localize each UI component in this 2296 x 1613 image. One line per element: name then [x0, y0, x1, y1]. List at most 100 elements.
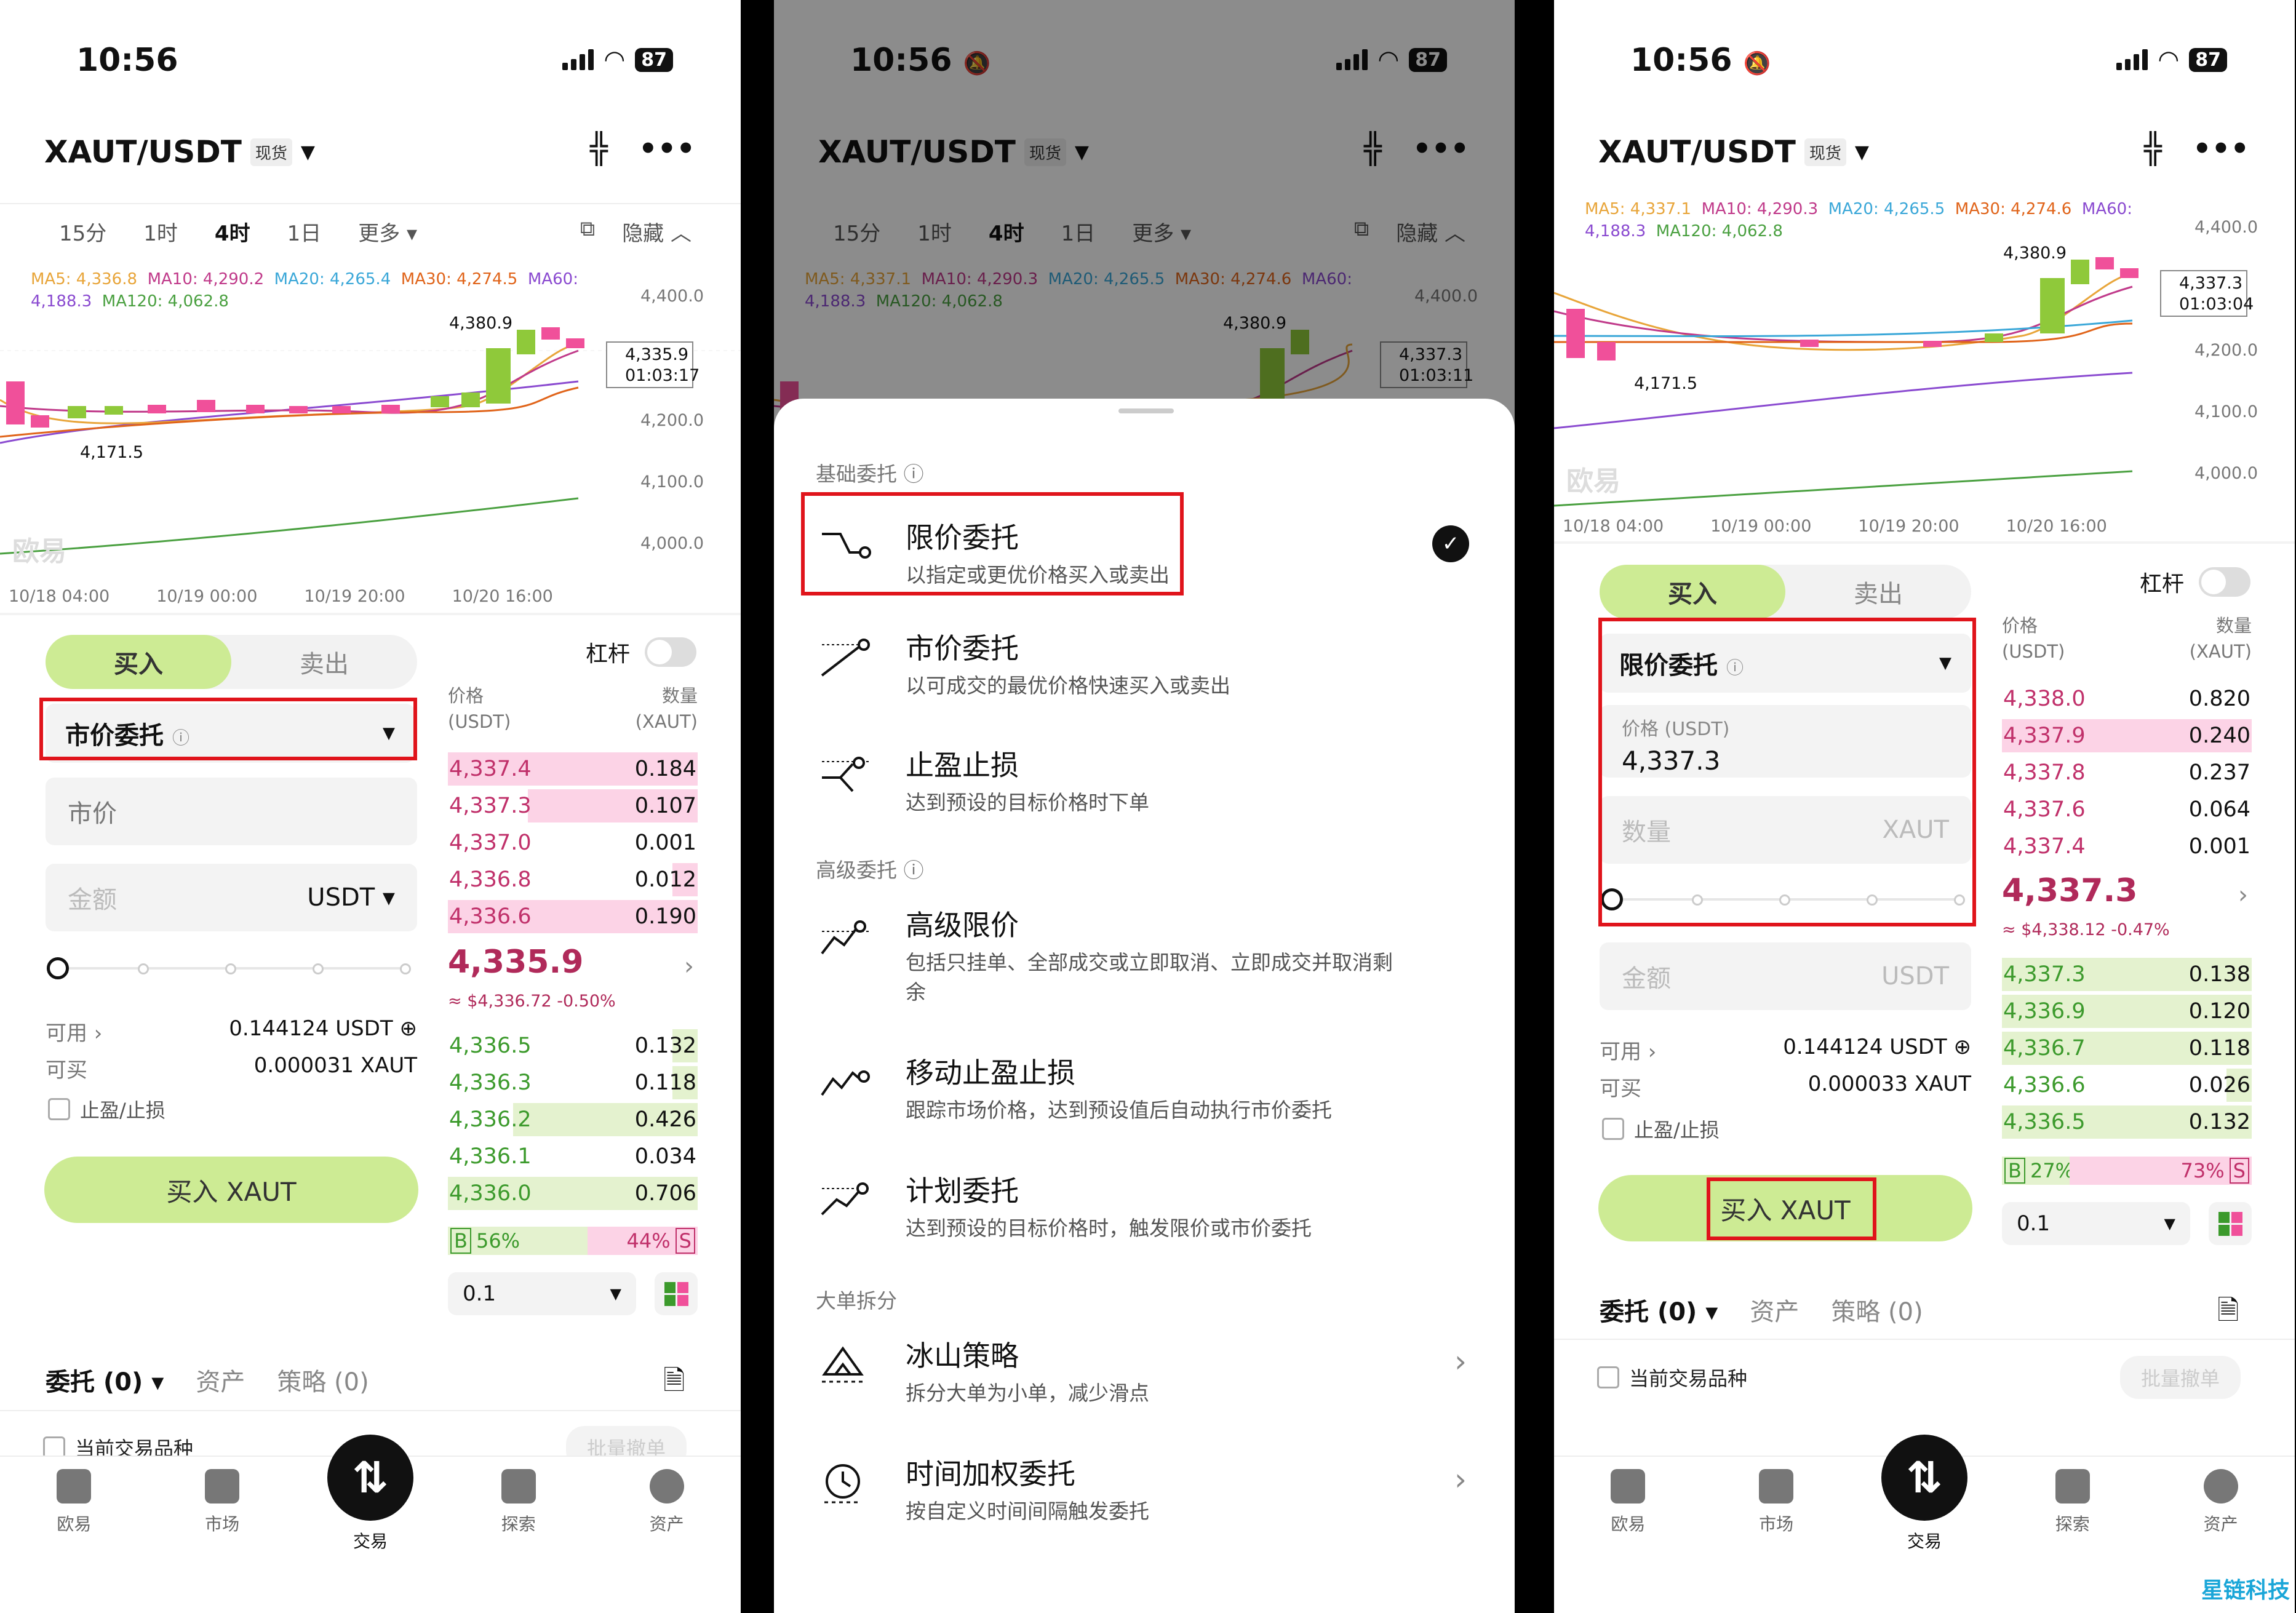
- option-iceberg[interactable]: 冰山策略 拆分大单为小单，减少滑点 ›: [816, 1321, 1473, 1420]
- chevron-right-icon[interactable]: ›: [2238, 881, 2248, 909]
- ask-row[interactable]: 4,337.0 0.001: [448, 824, 698, 861]
- axis-label: 4,000.0: [640, 534, 704, 553]
- kline-chart[interactable]: [0, 258, 741, 615]
- tab-strategy[interactable]: 策略 (0): [1831, 1292, 1923, 1328]
- amount-input[interactable]: 金额 USDT ▾: [46, 864, 417, 931]
- tab-sell[interactable]: 卖出: [231, 635, 417, 689]
- nav-explore[interactable]: 探索: [472, 1469, 565, 1553]
- tab-assets[interactable]: 资产: [1750, 1292, 1799, 1328]
- sheet-handle[interactable]: [1118, 408, 1174, 413]
- leverage-toggle[interactable]: 杠杆: [2140, 566, 2251, 598]
- nav-okx[interactable]: 欧易: [1582, 1469, 1674, 1553]
- nav-trade[interactable]: ⇅ 交易: [1878, 1435, 1971, 1553]
- tab-1d[interactable]: 1日: [287, 217, 322, 247]
- tab-buy[interactable]: 买入: [46, 635, 231, 689]
- amount-input[interactable]: 金额 USDT: [1600, 942, 1971, 1010]
- order-history-icon[interactable]: 🗎: [663, 1361, 685, 1407]
- more-icon[interactable]: •••: [2193, 132, 2249, 166]
- mid-price-sub: ≈ $4,338.12 -0.47%: [2002, 920, 2170, 939]
- candle-chart-icon[interactable]: ╬: [2144, 132, 2162, 166]
- currency-select[interactable]: USDT ▾: [307, 883, 395, 912]
- ask-row[interactable]: 4,336.8 0.012: [448, 861, 698, 898]
- status-icons: ◠ 87: [2116, 46, 2227, 74]
- chevron-right-icon[interactable]: ›: [684, 952, 694, 981]
- toggle-switch[interactable]: [2199, 567, 2251, 597]
- highlight-box: [1707, 1177, 1876, 1240]
- toggle-switch[interactable]: [645, 637, 697, 667]
- slider-handle[interactable]: [47, 957, 69, 979]
- nav-assets[interactable]: 资产: [621, 1469, 713, 1553]
- tick-size-select[interactable]: 0.1 ▼: [2002, 1202, 2190, 1245]
- more-icon[interactable]: •••: [639, 132, 695, 166]
- depth-layout-icon[interactable]: [655, 1272, 698, 1315]
- option-market-order[interactable]: 市价委托 以可成交的最优价格快速买入或卖出: [816, 614, 1473, 712]
- tpsl-checkbox[interactable]: 止盈/止损: [1602, 1115, 1720, 1143]
- current-pair-checkbox[interactable]: 当前交易品种: [1597, 1363, 1747, 1392]
- buy-xaut-button[interactable]: 买入 XAUT: [44, 1157, 418, 1223]
- tab-4h[interactable]: 4时: [215, 217, 250, 247]
- option-tpsl[interactable]: 止盈止损 达到预设的目标价格时下单: [816, 731, 1473, 829]
- ask-row[interactable]: 4,337.9 0.240: [2002, 717, 2252, 754]
- battery-icon: 87: [635, 47, 673, 72]
- ask-row[interactable]: 4,336.6 0.190: [448, 898, 698, 935]
- batch-cancel-button[interactable]: 批量撤单: [2120, 1356, 2241, 1399]
- nav-okx[interactable]: 欧易: [28, 1469, 120, 1553]
- nav-market[interactable]: 市场: [1730, 1469, 1822, 1553]
- depth-layout-icon[interactable]: [2209, 1202, 2252, 1245]
- bid-row[interactable]: 4,336.5 0.132: [2002, 1104, 2252, 1141]
- order-history-icon[interactable]: 🗎: [2217, 1291, 2239, 1337]
- nav-market[interactable]: 市场: [176, 1469, 268, 1553]
- price-field[interactable]: 市价: [46, 778, 417, 845]
- hide-chart-button[interactable]: 隐藏 ︿: [622, 217, 692, 247]
- nav-explore[interactable]: 探索: [2027, 1469, 2119, 1553]
- ask-row[interactable]: 4,337.3 0.107: [448, 787, 698, 824]
- tab-sell[interactable]: 卖出: [1785, 565, 1971, 619]
- ask-row[interactable]: 4,337.6 0.064: [2002, 791, 2252, 828]
- tab-orders[interactable]: 委托 (0) ▾: [46, 1362, 164, 1398]
- tab-more[interactable]: 更多 ▾: [358, 217, 417, 247]
- fullscreen-icon[interactable]: ⧉: [580, 217, 595, 247]
- axis-label: 4,000.0: [2194, 464, 2258, 483]
- candle-chart-icon[interactable]: ╬: [590, 132, 608, 166]
- bid-row[interactable]: 4,336.9 0.120: [2002, 993, 2252, 1030]
- bid-row[interactable]: 4,336.3 0.118: [448, 1064, 698, 1101]
- tab-buy[interactable]: 买入: [1600, 565, 1785, 619]
- nav-assets[interactable]: 资产: [2175, 1469, 2267, 1553]
- tab-orders[interactable]: 委托 (0) ▾: [1600, 1292, 1718, 1328]
- trigger-order-icon: [821, 1182, 871, 1216]
- bid-row[interactable]: 4,336.2 0.426: [448, 1101, 698, 1138]
- market-icon: [205, 1469, 240, 1503]
- tab-strategy[interactable]: 策略 (0): [277, 1362, 369, 1398]
- pair-selector[interactable]: XAUT/USDT 现货 ▼: [44, 134, 315, 170]
- bid-row[interactable]: 4,336.6 0.026: [2002, 1067, 2252, 1104]
- tab-1h[interactable]: 1时: [143, 217, 178, 247]
- available-row: 可用 › 0.144124 USDT ⊕: [46, 1016, 417, 1046]
- nav-trade[interactable]: ⇅ 交易: [324, 1435, 417, 1553]
- option-advanced-limit[interactable]: 高级限价 包括只挂单、全部成交或立即取消、立即成交并取消剩 余: [816, 891, 1473, 1004]
- ask-row[interactable]: 4,337.4 0.001: [2002, 828, 2252, 865]
- option-desc: 达到预设的目标价格时，触发限价或市价委托: [906, 1216, 1312, 1240]
- option-trigger-order[interactable]: 计划委托 达到预设的目标价格时，触发限价或市价委托: [816, 1157, 1473, 1255]
- bid-row[interactable]: 4,336.7 0.118: [2002, 1030, 2252, 1067]
- tab-assets[interactable]: 资产: [196, 1362, 245, 1398]
- option-trailing-stop[interactable]: 移动止盈止损 跟踪市场价格，达到预设值后自动执行市价委托: [816, 1038, 1473, 1137]
- kline-chart[interactable]: [1554, 188, 2295, 545]
- buy-sell-tabs: 买入 卖出: [1600, 565, 1971, 619]
- option-twap[interactable]: 时间加权委托 按自定义时间间隔触发委托 ›: [816, 1440, 1473, 1538]
- ask-row[interactable]: 4,338.0 0.820: [2002, 680, 2252, 717]
- bid-row[interactable]: 4,336.1 0.034: [448, 1138, 698, 1175]
- okx-icon: [1611, 1469, 1646, 1503]
- bid-row[interactable]: 4,336.5 0.132: [448, 1027, 698, 1064]
- axis-label: 4,200.0: [640, 411, 704, 430]
- ask-row[interactable]: 4,337.4 0.184: [448, 751, 698, 787]
- tpsl-checkbox[interactable]: 止盈/止损: [48, 1095, 165, 1123]
- tab-15m[interactable]: 15分: [59, 217, 106, 247]
- tick-size-select[interactable]: 0.1 ▼: [448, 1272, 636, 1315]
- candles: [6, 327, 584, 428]
- bid-row[interactable]: 4,337.3 0.138: [2002, 956, 2252, 993]
- leverage-toggle[interactable]: 杠杆: [586, 636, 697, 668]
- buy-sell-tabs: 买入 卖出: [46, 635, 417, 689]
- pair-selector[interactable]: XAUT/USDT 现货 ▼: [1598, 134, 1869, 170]
- bid-row[interactable]: 4,336.0 0.706: [448, 1175, 698, 1212]
- ask-row[interactable]: 4,337.8 0.237: [2002, 754, 2252, 791]
